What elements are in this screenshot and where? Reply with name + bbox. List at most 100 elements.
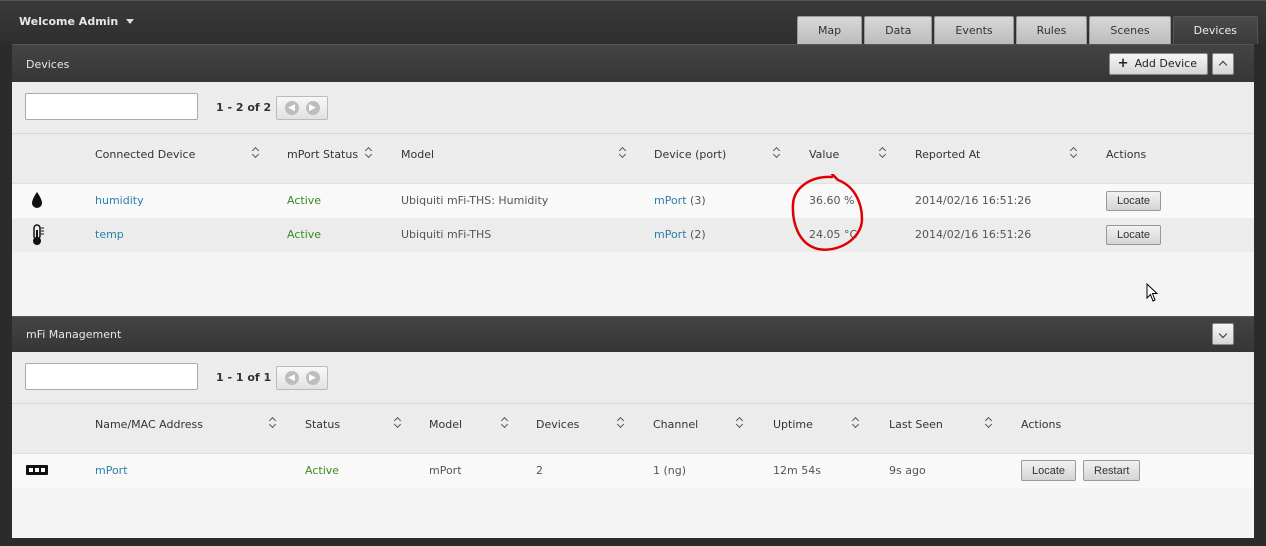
sort-icon[interactable]	[985, 415, 993, 429]
col-channel[interactable]: Channel	[653, 418, 698, 431]
main-tabs: Map Data Events Rules Scenes Devices	[796, 16, 1258, 44]
sort-icon[interactable]	[619, 145, 627, 159]
col-actions: Actions	[1021, 418, 1062, 431]
sort-icon[interactable]	[252, 145, 260, 159]
col-actions: Actions	[1106, 148, 1147, 161]
col-last-seen[interactable]: Last Seen	[889, 418, 943, 431]
pager-controls: ◀ ▶	[276, 96, 328, 120]
tab-rules[interactable]: Rules	[1015, 16, 1088, 44]
mfi-search-input[interactable]	[25, 363, 198, 390]
sort-icon[interactable]	[879, 145, 887, 159]
next-page-icon[interactable]: ▶	[305, 101, 320, 115]
devices-table-header: Connected Device mPort Status Model Devi…	[12, 134, 1254, 184]
sort-icon[interactable]	[617, 415, 625, 429]
devices-toolbar: 1 - 2 of 2 ◀ ▶	[12, 82, 1254, 134]
col-uptime[interactable]: Uptime	[773, 418, 813, 431]
uptime-text: 12m 54s	[773, 464, 821, 477]
model-text: Ubiquiti mFi-THS: Humidity	[401, 194, 549, 207]
mport-name-link[interactable]: mPort	[95, 464, 128, 477]
status-text: Active	[305, 464, 340, 477]
col-device-port[interactable]: Device (port)	[654, 148, 726, 161]
tab-scenes[interactable]: Scenes	[1089, 16, 1171, 44]
sort-icon[interactable]	[1070, 145, 1078, 159]
mport-link[interactable]: mPort	[654, 194, 687, 207]
device-name-link[interactable]: humidity	[95, 194, 144, 207]
col-value[interactable]: Value	[809, 148, 839, 161]
sort-icon[interactable]	[501, 415, 509, 429]
devices-search-input[interactable]	[25, 93, 198, 120]
user-menu[interactable]: Welcome Admin	[19, 15, 135, 28]
reported-at-text: 2014/02/16 16:51:26	[915, 228, 1032, 241]
tab-map[interactable]: Map	[796, 16, 863, 44]
tab-events[interactable]: Events	[934, 16, 1014, 44]
caret-down-icon	[126, 19, 135, 24]
panel-title: mFi Management	[26, 328, 122, 341]
pager-info: 1 - 2 of 2	[216, 101, 272, 114]
devices-count: 2	[536, 464, 543, 477]
locate-button[interactable]: Locate	[1106, 225, 1162, 245]
welcome-label: Welcome Admin	[19, 15, 119, 28]
model-text: Ubiquiti mFi-THS	[401, 228, 492, 241]
chevron-down-icon	[1218, 329, 1228, 339]
sort-icon[interactable]	[365, 145, 373, 159]
add-device-button[interactable]: + Add Device	[1108, 53, 1208, 75]
sort-icon[interactable]	[269, 415, 277, 429]
plus-icon: +	[1117, 56, 1129, 71]
channel-text: 1 (ng)	[653, 464, 687, 477]
col-devices[interactable]: Devices	[536, 418, 579, 431]
mouse-cursor-icon	[1146, 283, 1159, 302]
tab-data[interactable]: Data	[864, 16, 933, 44]
last-seen-text: 9s ago	[889, 464, 926, 477]
water-drop-icon	[32, 192, 42, 208]
collapse-button[interactable]	[1212, 53, 1234, 75]
table-row: mPort Active mPort 2 1 (ng) 12m 54s 9s a…	[12, 454, 1254, 488]
tab-devices[interactable]: Devices	[1172, 16, 1258, 44]
chevron-up-icon	[1218, 60, 1228, 70]
col-model[interactable]: Model	[429, 418, 462, 431]
device-port-cell: mPort (2)	[654, 228, 706, 241]
sort-icon[interactable]	[394, 415, 402, 429]
prev-page-icon[interactable]: ◀	[284, 371, 299, 385]
prev-page-icon[interactable]: ◀	[284, 101, 299, 115]
next-page-icon[interactable]: ▶	[305, 371, 320, 385]
mfi-panel-header: mFi Management	[12, 316, 1254, 352]
col-model[interactable]: Model	[401, 148, 434, 161]
sort-icon[interactable]	[736, 415, 744, 429]
locate-button[interactable]: Locate	[1021, 460, 1077, 481]
sort-icon[interactable]	[773, 145, 781, 159]
mport-link[interactable]: mPort	[654, 228, 687, 241]
port-number: (2)	[690, 228, 706, 241]
model-text: mPort	[429, 464, 462, 477]
value-text: 36.60 %	[809, 194, 855, 207]
sort-icon[interactable]	[852, 415, 860, 429]
restart-button[interactable]: Restart	[1083, 460, 1141, 481]
thermometer-icon	[33, 224, 44, 245]
status-text: Active	[287, 194, 322, 207]
reported-at-text: 2014/02/16 16:51:26	[915, 194, 1032, 207]
col-status[interactable]: Status	[305, 418, 340, 431]
pager-controls: ◀ ▶	[276, 366, 328, 390]
col-connected-device[interactable]: Connected Device	[95, 148, 195, 161]
value-text: 24.05 °C	[809, 228, 858, 241]
device-port-cell: mPort (3)	[654, 194, 706, 207]
status-text: Active	[287, 228, 322, 241]
top-bar: Welcome Admin Map Data Events Rules Scen…	[0, 0, 1266, 44]
table-row: temp Active Ubiquiti mFi-THS mPort (2) 2…	[12, 218, 1254, 252]
port-number: (3)	[690, 194, 706, 207]
mfi-management-panel: mFi Management 1 - 1 of 1 ◀ ▶ Name/MAC A…	[9, 316, 1257, 538]
add-device-label: Add Device	[1134, 57, 1197, 70]
col-name-mac[interactable]: Name/MAC Address	[95, 418, 203, 431]
pager-info: 1 - 1 of 1	[216, 371, 272, 384]
col-reported-at[interactable]: Reported At	[915, 148, 980, 161]
devices-panel-header: Devices + Add Device	[12, 44, 1254, 82]
mfi-toolbar: 1 - 1 of 1 ◀ ▶	[12, 352, 1254, 404]
device-name-link[interactable]: temp	[95, 228, 124, 241]
mport-device-icon	[26, 465, 48, 475]
panel-title: Devices	[26, 58, 70, 71]
table-row: humidity Active Ubiquiti mFi-THS: Humidi…	[12, 184, 1254, 218]
devices-panel: Devices + Add Device 1 - 2 of 2 ◀ ▶ Conn…	[9, 44, 1257, 317]
locate-button[interactable]: Locate	[1106, 191, 1162, 211]
mfi-table-header: Name/MAC Address Status Model Devices Ch…	[12, 404, 1254, 454]
expand-button[interactable]	[1212, 323, 1234, 345]
col-mport-status[interactable]: mPort Status	[287, 148, 358, 161]
